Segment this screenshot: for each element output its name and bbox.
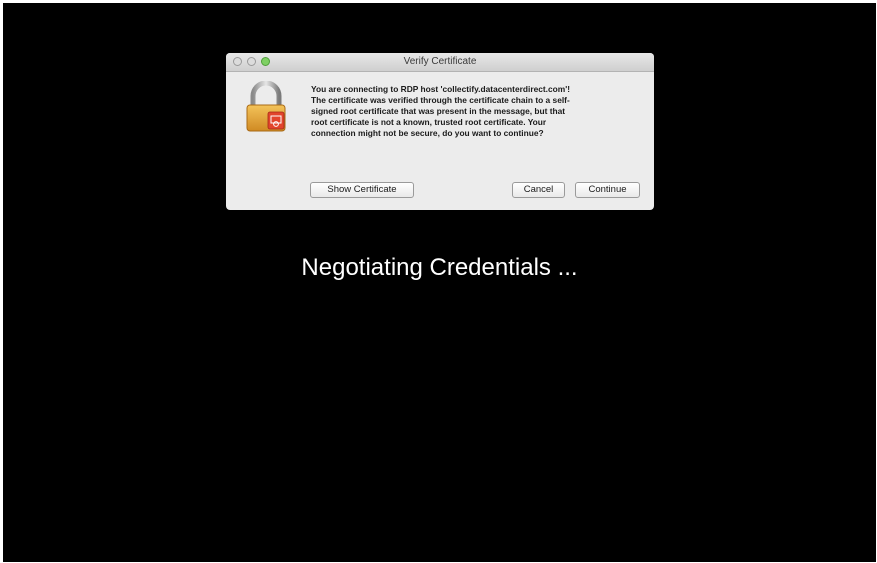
continue-button[interactable]: Continue bbox=[575, 182, 640, 198]
show-certificate-button[interactable]: Show Certificate bbox=[310, 182, 414, 198]
dialog-titlebar: Verify Certificate bbox=[226, 53, 654, 72]
connection-status-text: Negotiating Credentials ... bbox=[301, 254, 578, 281]
certificate-warning-message: You are connecting to RDP host 'collecti… bbox=[311, 84, 571, 138]
cancel-button[interactable]: Cancel bbox=[512, 182, 565, 198]
dialog-title: Verify Certificate bbox=[403, 56, 477, 67]
padlock-certificate-icon bbox=[246, 81, 286, 132]
verify-certificate-dialog: Verify Certificate You are connecting to… bbox=[226, 53, 654, 210]
remote-desktop-screen: Verify Certificate You are connecting to… bbox=[3, 3, 876, 562]
